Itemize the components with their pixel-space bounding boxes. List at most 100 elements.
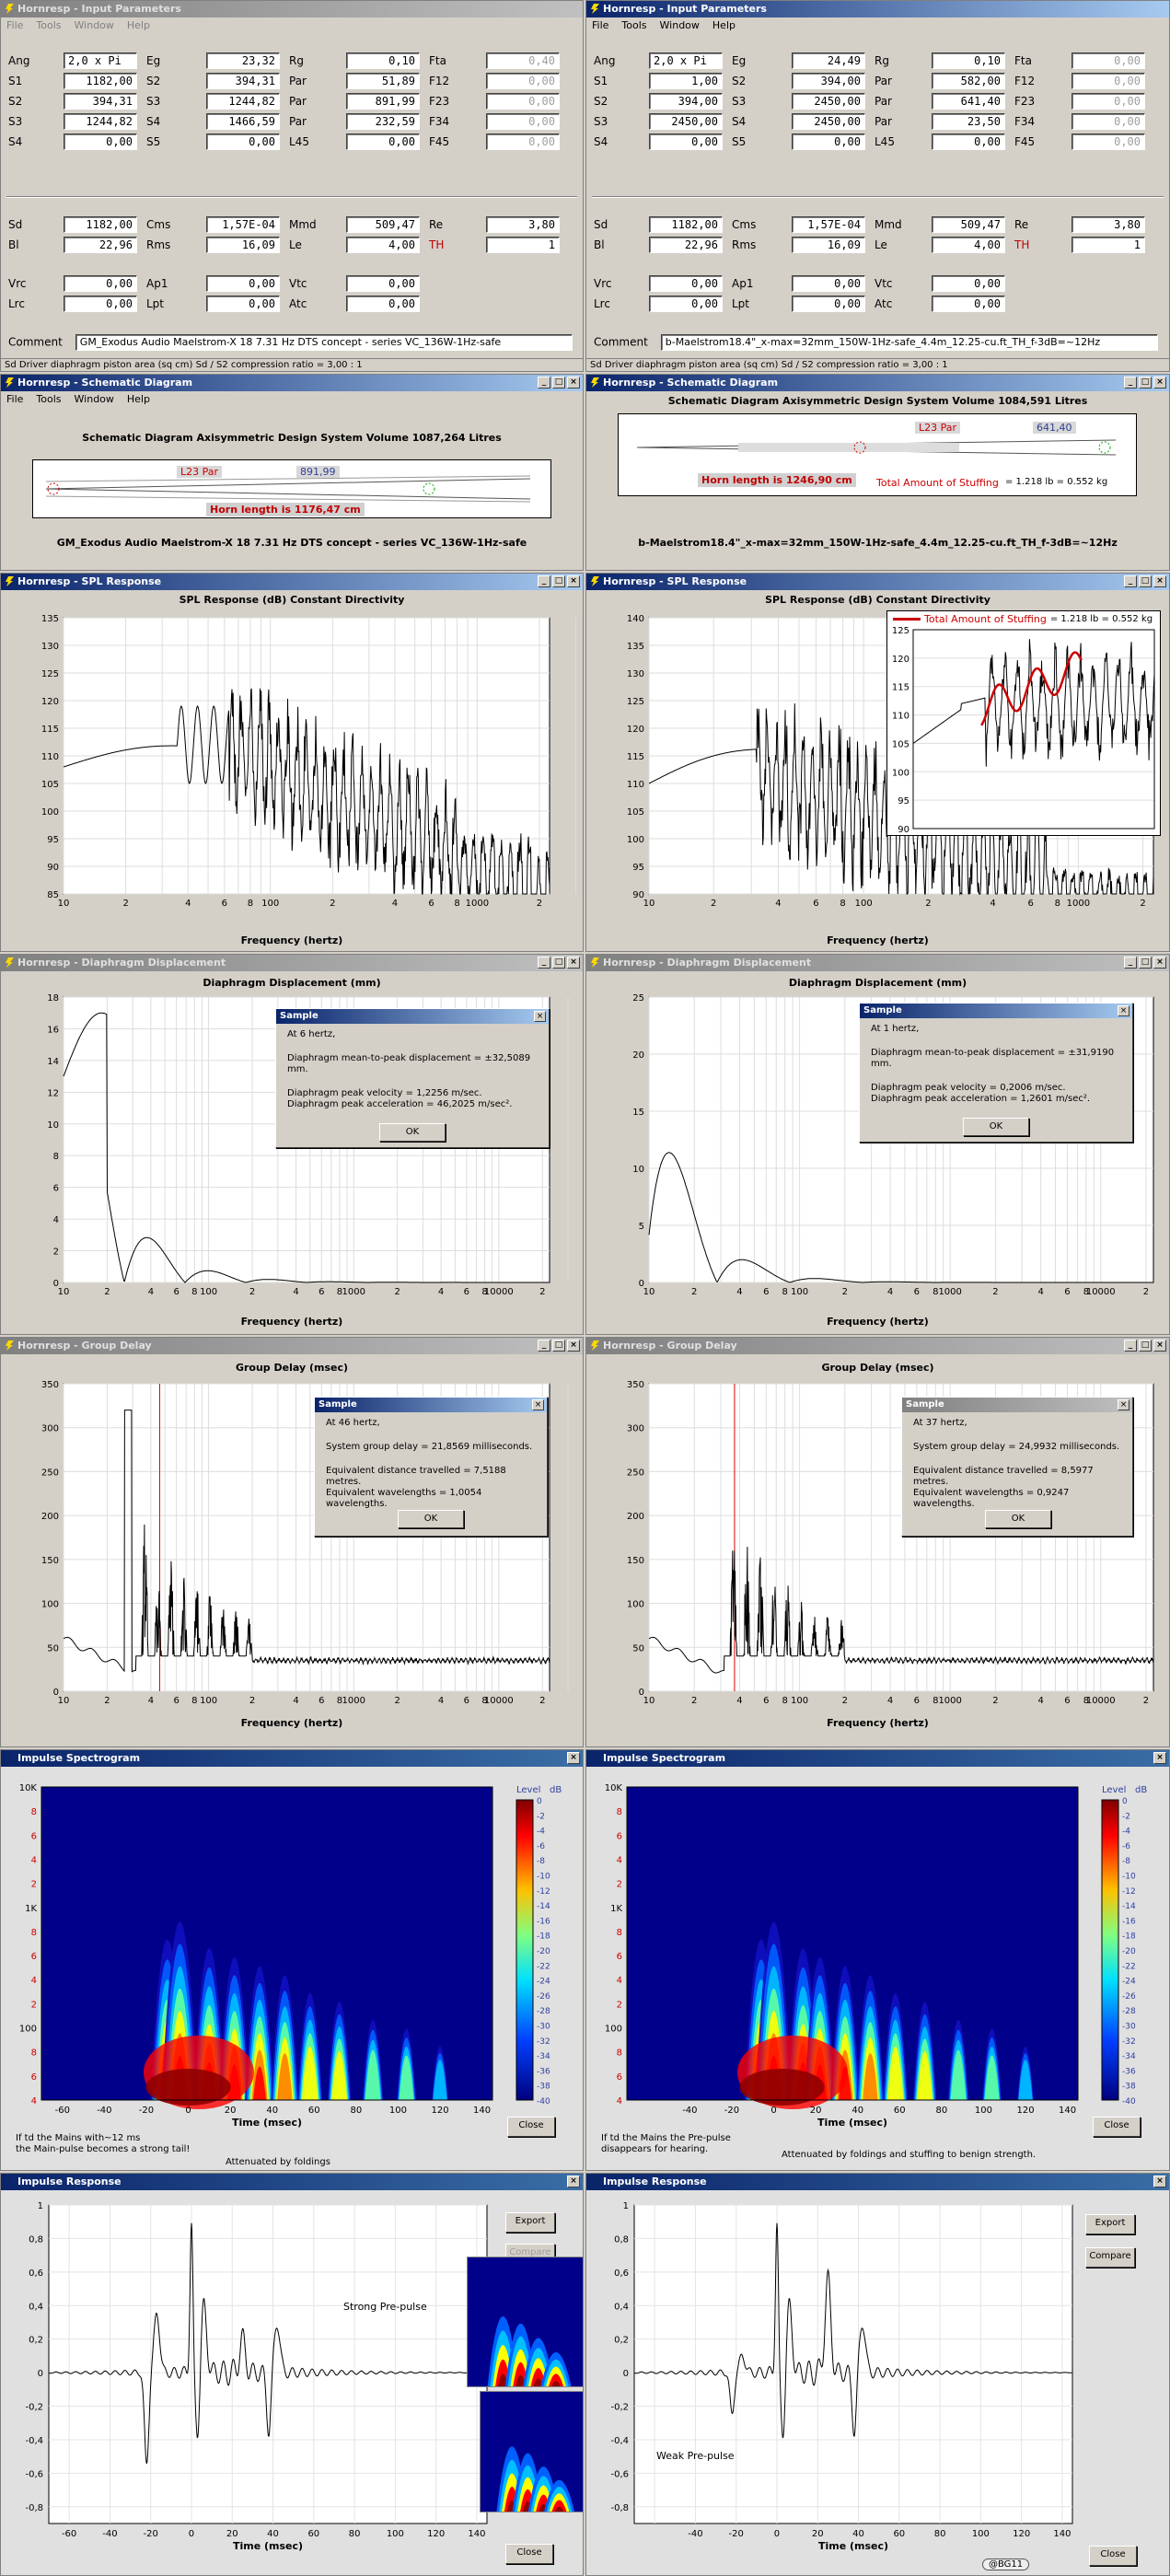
comment-field[interactable]: b-Maelstrom18.4"_x-max=32mm_150W-1Hz-saf… (660, 334, 1158, 351)
param-field-vrc[interactable]: 0,00 (649, 275, 723, 292)
close-button[interactable]: × (567, 957, 580, 969)
title-bar[interactable]: Impulse Response × (1, 2174, 583, 2190)
param-field-f45[interactable]: 0,00 (1072, 133, 1145, 150)
ok-button[interactable]: OK (985, 1510, 1051, 1528)
param-field-s3[interactable]: 2450,00 (792, 93, 865, 110)
title-bar[interactable]: Hornresp - SPL Response _ □ × (1, 574, 583, 590)
param-field-s2[interactable]: 394,00 (649, 93, 723, 110)
menu-item-help[interactable]: Help (127, 391, 150, 407)
param-field-th[interactable]: 1 (486, 237, 560, 253)
param-field-atc[interactable]: 0,00 (346, 296, 420, 312)
menu-item-window[interactable]: Window (660, 17, 700, 33)
param-field-f34[interactable]: 0,00 (486, 113, 560, 130)
param-field-lrc[interactable]: 0,00 (64, 296, 137, 312)
title-bar[interactable]: Impulse Spectrogram × (1, 1750, 583, 1767)
menu-item-file[interactable]: File (6, 391, 23, 407)
minimize-button[interactable]: _ (1124, 957, 1137, 969)
title-bar[interactable]: Impulse Spectrogram × (586, 1750, 1169, 1767)
param-field-par[interactable]: 51,89 (346, 73, 420, 89)
param-field-f12[interactable]: 0,00 (1072, 73, 1145, 89)
param-field-lpt[interactable]: 0,00 (206, 296, 280, 312)
param-field-l45[interactable]: 0,00 (932, 133, 1005, 150)
param-field-s2[interactable]: 394,31 (64, 93, 137, 110)
param-field-rg[interactable]: 0,10 (932, 52, 1005, 69)
param-field-ang[interactable]: 2,0 x Pi (64, 52, 137, 69)
dialog-close-icon[interactable]: × (534, 1011, 546, 1022)
close-button[interactable]: Close (1089, 2546, 1137, 2566)
title-bar[interactable]: Hornresp - Schematic Diagram _ □ × (1, 375, 583, 391)
close-button[interactable]: × (567, 2176, 580, 2187)
param-field-f34[interactable]: 0,00 (1072, 113, 1145, 130)
dialog-close-icon[interactable]: × (532, 1399, 544, 1410)
param-field-vtc[interactable]: 0,00 (346, 275, 420, 292)
title-bar[interactable]: Hornresp - Group Delay _ □ × (586, 1338, 1169, 1354)
param-field-s5[interactable]: 0,00 (206, 133, 280, 150)
close-button[interactable]: × (567, 1340, 580, 1352)
param-field-sd[interactable]: 1182,00 (649, 216, 723, 233)
close-button[interactable]: × (1153, 2176, 1166, 2187)
param-field-par[interactable]: 23,50 (932, 113, 1005, 130)
param-field-atc[interactable]: 0,00 (932, 296, 1005, 312)
close-button[interactable]: × (567, 377, 580, 389)
close-button[interactable]: × (1153, 1752, 1166, 1764)
close-button[interactable]: × (567, 1752, 580, 1764)
param-field-cms[interactable]: 1,57E-04 (792, 216, 865, 233)
param-field-rms[interactable]: 16,09 (206, 237, 280, 253)
param-field-cms[interactable]: 1,57E-04 (206, 216, 280, 233)
param-field-f23[interactable]: 0,00 (486, 93, 560, 110)
minimize-button[interactable]: _ (1124, 575, 1137, 587)
param-field-le[interactable]: 4,00 (346, 237, 420, 253)
param-field-l45[interactable]: 0,00 (346, 133, 420, 150)
param-field-le[interactable]: 4,00 (932, 237, 1005, 253)
param-field-sd[interactable]: 1182,00 (64, 216, 137, 233)
close-button[interactable]: × (1153, 575, 1166, 587)
menu-item-file[interactable]: File (6, 17, 23, 33)
close-button[interactable]: Close (1093, 2117, 1141, 2137)
param-field-s1[interactable]: 1182,00 (64, 73, 137, 89)
param-field-ap1[interactable]: 0,00 (206, 275, 280, 292)
maximize-button[interactable]: □ (1139, 1340, 1152, 1352)
title-bar[interactable]: Hornresp - SPL Response _ □ × (586, 574, 1169, 590)
param-field-par[interactable]: 641,40 (932, 93, 1005, 110)
param-field-rg[interactable]: 0,10 (346, 52, 420, 69)
param-field-bl[interactable]: 22,96 (649, 237, 723, 253)
menu-item-tools[interactable]: Tools (36, 391, 61, 407)
maximize-button[interactable]: □ (552, 377, 565, 389)
param-field-mmd[interactable]: 509,47 (346, 216, 420, 233)
param-field-th[interactable]: 1 (1072, 237, 1145, 253)
maximize-button[interactable]: □ (552, 1340, 565, 1352)
export-button[interactable]: Export (505, 2212, 555, 2233)
param-field-s4[interactable]: 0,00 (649, 133, 723, 150)
param-field-re[interactable]: 3,80 (1072, 216, 1145, 233)
menu-item-window[interactable]: Window (75, 391, 114, 407)
param-field-eg[interactable]: 23,32 (206, 52, 280, 69)
menu-item-file[interactable]: File (592, 17, 608, 33)
minimize-button[interactable]: _ (538, 575, 550, 587)
close-button[interactable]: Close (505, 2544, 553, 2564)
param-field-s4[interactable]: 2450,00 (792, 113, 865, 130)
minimize-button[interactable]: _ (1124, 377, 1137, 389)
export-button[interactable]: Export (1085, 2214, 1135, 2234)
maximize-button[interactable]: □ (1139, 377, 1152, 389)
param-field-s3[interactable]: 1244,82 (206, 93, 280, 110)
param-field-par[interactable]: 582,00 (932, 73, 1005, 89)
param-field-s5[interactable]: 0,00 (792, 133, 865, 150)
menu-item-tools[interactable]: Tools (36, 17, 61, 33)
menu-item-help[interactable]: Help (712, 17, 736, 33)
param-field-s4[interactable]: 1466,59 (206, 113, 280, 130)
ok-button[interactable]: OK (398, 1510, 464, 1528)
compare-button[interactable]: Compare (1085, 2247, 1135, 2268)
dialog-close-icon[interactable]: × (1118, 1399, 1129, 1410)
param-field-fta[interactable]: 0,00 (1072, 52, 1145, 69)
param-field-eg[interactable]: 24,49 (792, 52, 865, 69)
param-field-rms[interactable]: 16,09 (792, 237, 865, 253)
param-field-s1[interactable]: 1,00 (649, 73, 723, 89)
menu-item-help[interactable]: Help (127, 17, 150, 33)
title-bar[interactable]: Hornresp - Input Parameters (586, 1, 1169, 17)
title-bar[interactable]: Hornresp - Input Parameters (1, 1, 583, 17)
param-field-fta[interactable]: 0,40 (486, 52, 560, 69)
param-field-s4[interactable]: 0,00 (64, 133, 137, 150)
minimize-button[interactable]: _ (538, 377, 550, 389)
param-field-mmd[interactable]: 509,47 (932, 216, 1005, 233)
param-field-par[interactable]: 232,59 (346, 113, 420, 130)
